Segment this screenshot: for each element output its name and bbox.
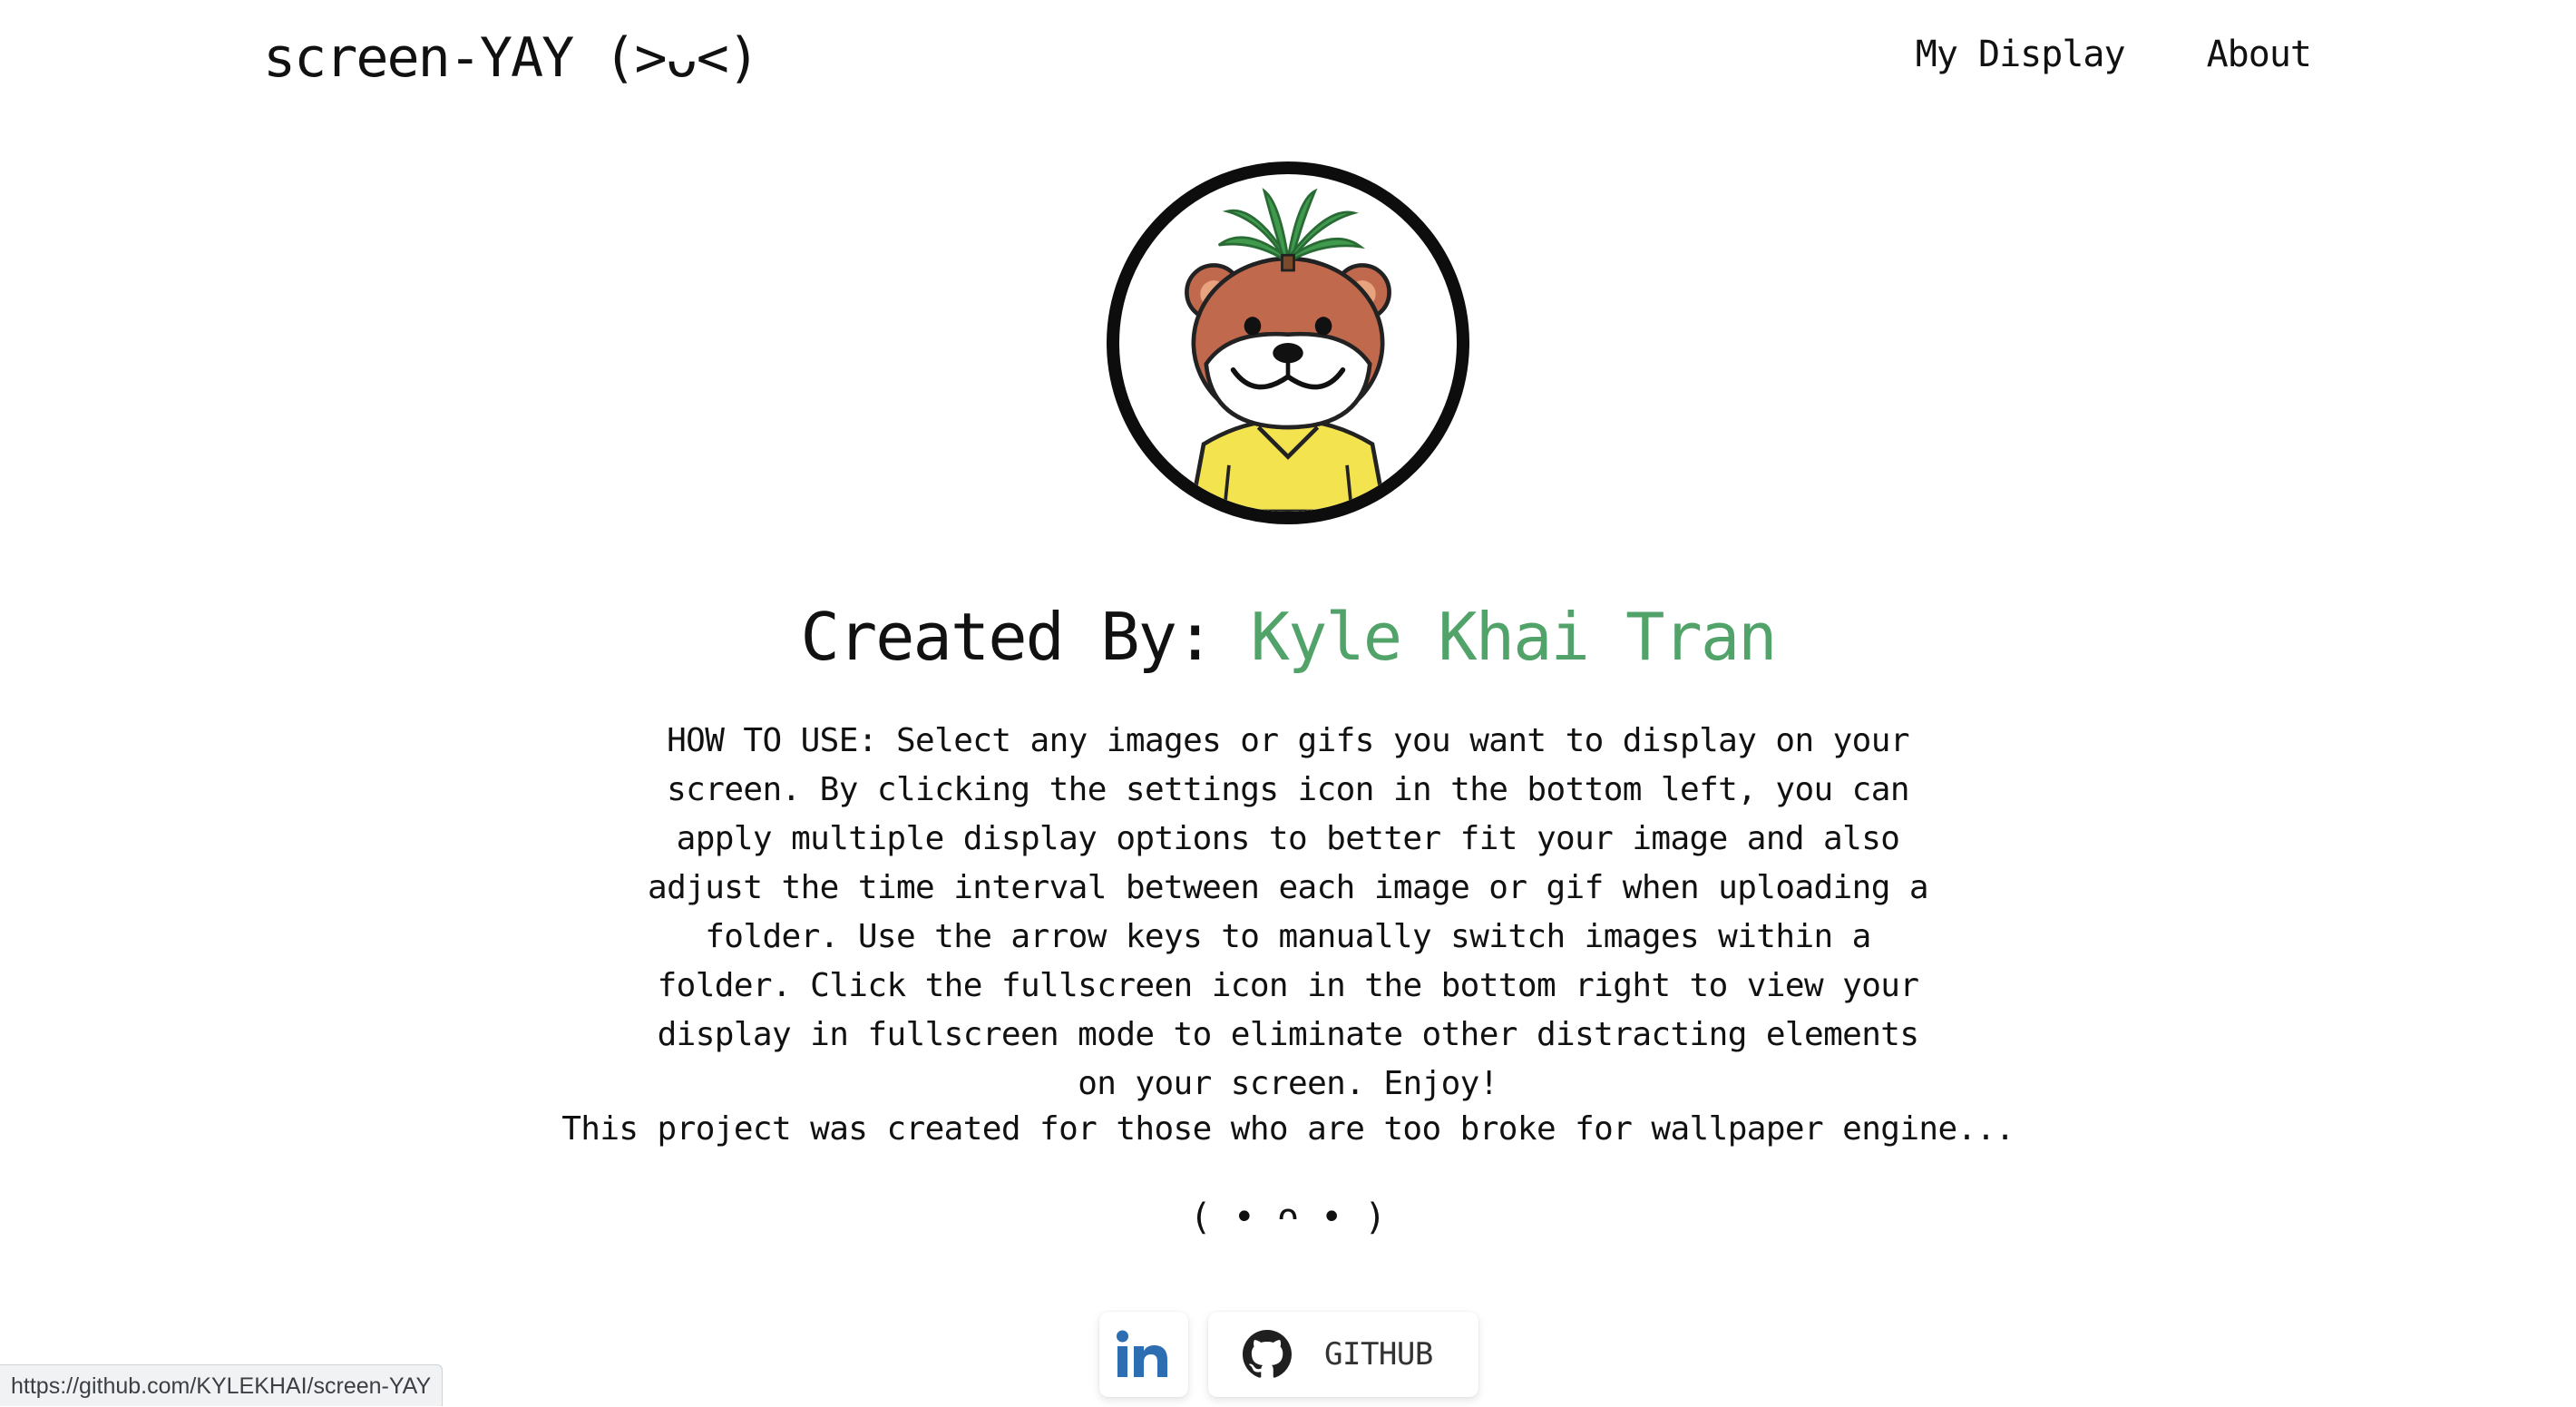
browser-status-bar-url: https://github.com/KYLEKHAI/screen-YAY xyxy=(0,1364,444,1406)
top-nav: screen-YAY (>ᴗ<) My Display About xyxy=(0,0,2576,118)
github-icon xyxy=(1243,1330,1292,1378)
github-button[interactable]: GITHUB xyxy=(1208,1312,1478,1397)
creator-avatar xyxy=(1107,161,1469,524)
linkedin-button[interactable] xyxy=(1099,1312,1188,1397)
kaomoji-face: ( • ᴖ • ) xyxy=(1189,1197,1387,1238)
github-label: GITHUB xyxy=(1324,1336,1433,1373)
nav-my-display[interactable]: My Display xyxy=(1916,27,2126,82)
brand-logo[interactable]: screen-YAY (>ᴗ<) xyxy=(263,22,760,94)
created-by-label: Created By: xyxy=(800,599,1215,675)
nav-links: My Display About xyxy=(1916,27,2312,82)
creator-name: Kyle Khai Tran xyxy=(1250,599,1778,675)
how-to-use-text: HOW TO USE: Select any images or gifs yo… xyxy=(648,722,1929,1102)
created-by-heading: Created By: Kyle Khai Tran xyxy=(0,591,2576,682)
nav-about[interactable]: About xyxy=(2207,27,2312,82)
linkedin-icon xyxy=(1117,1330,1167,1377)
project-tagline: This project was created for those who a… xyxy=(561,1110,2015,1148)
bear-avatar-illustration xyxy=(1185,187,1391,512)
